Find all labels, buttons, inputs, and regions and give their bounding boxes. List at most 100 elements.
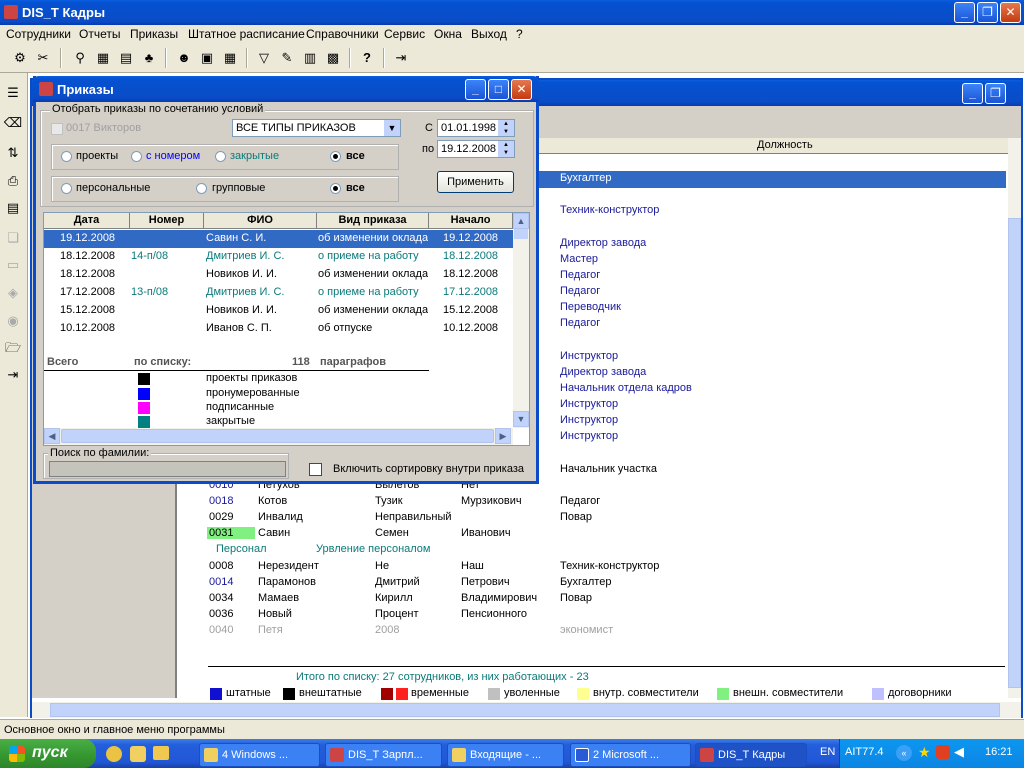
start-button[interactable]: пуск	[0, 739, 96, 768]
scroll-down-icon[interactable]: ▼	[513, 411, 529, 427]
menu-directories[interactable]: Справочники	[306, 27, 379, 41]
group-row[interactable]: Персонал Урвление персоналом	[177, 542, 977, 558]
column-header-start[interactable]: Начало	[429, 213, 513, 229]
tray-star-icon[interactable]: ★	[918, 744, 931, 761]
document-icon[interactable]: ▤	[3, 198, 23, 218]
folder-open-icon[interactable]: 🗁	[3, 338, 23, 358]
door-exit-icon[interactable]: ⇥	[3, 365, 23, 385]
orders-maximize-button[interactable]: □	[488, 79, 509, 100]
orders-horizontal-scrollbar[interactable]: ◀ ▶	[44, 428, 513, 445]
status-numbered-label[interactable]: с номером	[146, 150, 200, 162]
sort-icon[interactable]: ⇅	[3, 143, 23, 163]
scope-all-radio[interactable]	[330, 183, 341, 194]
scope-personal-label[interactable]: персональные	[76, 182, 150, 194]
orders-hscroll-thumb[interactable]	[61, 429, 494, 443]
people-icon[interactable]: ☻	[174, 48, 194, 68]
grid-icon[interactable]: ▦	[220, 48, 240, 68]
table-row[interactable]: 10.12.2008 Иванов С. П. об отпуске 10.12…	[44, 320, 513, 338]
taskbar-item-windows[interactable]: 4 Windows ...	[199, 743, 320, 767]
print-icon[interactable]: ⎙	[3, 171, 23, 191]
employees-restore-button[interactable]: ❐	[985, 83, 1006, 104]
status-all-radio[interactable]	[330, 151, 341, 162]
status-closed-label[interactable]: закрытые	[230, 150, 279, 162]
scroll-up-icon[interactable]: ▲	[513, 213, 529, 229]
date-from-field[interactable]: 01.01.1998 ▲ ▼	[437, 119, 515, 137]
date-from-spinner[interactable]: ▲ ▼	[498, 120, 514, 136]
scope-all-label[interactable]: все	[346, 182, 365, 194]
employees-minimize-button[interactable]: _	[962, 83, 983, 104]
status-projects-radio[interactable]	[61, 151, 72, 162]
scope-group-radio[interactable]	[196, 183, 207, 194]
taskbar-item-inbox[interactable]: Входящие - ...	[447, 743, 564, 767]
menu-help[interactable]: ?	[516, 27, 523, 41]
window-icon[interactable]: ▩	[323, 48, 343, 68]
sort-checkbox-label[interactable]: Включить сортировку внутри приказа	[333, 463, 524, 475]
taskbar-item-word[interactable]: 2 Microsoft ...	[570, 743, 691, 767]
column-header-number[interactable]: Номер	[130, 213, 204, 229]
date-to-spinner[interactable]: ▲ ▼	[498, 141, 514, 157]
taskbar-item-payroll[interactable]: DIS_Т Зарпл...	[325, 743, 442, 767]
tray-arrow-icon[interactable]: «	[896, 745, 912, 761]
status-all-label[interactable]: все	[346, 150, 365, 162]
table-row[interactable]: 17.12.2008 13-п/08 Дмитриев И. С. о прие…	[44, 284, 513, 302]
sort-checkbox[interactable]	[309, 463, 322, 476]
menu-exit[interactable]: Выход	[471, 27, 507, 41]
filter-icon[interactable]: ▽	[254, 48, 274, 68]
chevron-down-icon[interactable]: ▼	[384, 120, 400, 136]
status-numbered-radio[interactable]	[131, 151, 142, 162]
table-row[interactable]: 0031 Савин Семен Иванович	[177, 526, 977, 542]
search-input[interactable]	[49, 461, 286, 477]
menu-reports[interactable]: Отчеты	[79, 27, 120, 41]
edit-icon[interactable]: ✎	[277, 48, 297, 68]
restore-button[interactable]: ❐	[977, 2, 998, 23]
table-row[interactable]: 0018 Котов Тузик Мурзикович Педагог	[177, 494, 977, 510]
tools-icon[interactable]: ✂	[33, 48, 53, 68]
media-player-icon[interactable]	[106, 746, 122, 762]
table-row[interactable]: 0036 Новый Процент Пенсионного	[177, 607, 977, 623]
book-icon[interactable]: ▣	[197, 48, 217, 68]
status-projects-label[interactable]: проекты	[76, 150, 118, 162]
calculator-icon[interactable]: ▥	[300, 48, 320, 68]
column-header-fio[interactable]: ФИО	[204, 213, 317, 229]
orders-vertical-scrollbar[interactable]: ▲ ▼	[513, 213, 529, 428]
date-to-field[interactable]: 19.12.2008 ▲ ▼	[437, 140, 515, 158]
employees-scroll-thumb[interactable]	[1008, 218, 1021, 688]
table-row[interactable]: 18.12.2008 14-п/08 Дмитриев И. С. о прие…	[44, 248, 513, 266]
table-row[interactable]: 19.12.2008 Савин С. И. об изменении окла…	[44, 230, 513, 248]
calendar-icon[interactable]: ▤	[116, 48, 136, 68]
quick-launch-icon[interactable]	[130, 746, 146, 762]
search-person-icon[interactable]: ⚲	[70, 48, 90, 68]
scope-group-label[interactable]: групповые	[212, 182, 265, 194]
taskbar-item-kadry[interactable]: DIS_Т Кадры	[695, 743, 807, 767]
apply-button[interactable]: Применить	[437, 171, 514, 193]
column-header-date[interactable]: Дата	[44, 213, 130, 229]
tray-shield-icon[interactable]	[936, 745, 950, 759]
table-row[interactable]: 0008 Нерезидент Не Наш Техник-конструкто…	[177, 559, 977, 575]
employees-vertical-scrollbar[interactable]	[1008, 138, 1021, 698]
table-row[interactable]: 18.12.2008 Новиков И. И. об изменении ок…	[44, 266, 513, 284]
tray-volume-icon[interactable]: ◀	[954, 744, 964, 760]
menu-orders[interactable]: Приказы	[130, 27, 178, 41]
scope-personal-radio[interactable]	[61, 183, 72, 194]
language-indicator[interactable]: EN	[820, 746, 835, 758]
order-type-select[interactable]: ВСЕ ТИПЫ ПРИКАЗОВ ▼	[232, 119, 401, 137]
menu-windows[interactable]: Окна	[434, 27, 462, 41]
table-row[interactable]: 15.12.2008 Новиков И. И. об изменении ок…	[44, 302, 513, 320]
scroll-right-icon[interactable]: ▶	[495, 428, 511, 444]
table-row[interactable]: 0029 Инвалид Неправильный Повар	[177, 510, 977, 526]
position-column-header[interactable]: Должность	[757, 139, 813, 151]
table-row[interactable]: 0014 Парамонов Дмитрий Петрович Бухгалте…	[177, 575, 977, 591]
menu-service[interactable]: Сервис	[384, 27, 425, 41]
minimize-button[interactable]: _	[954, 2, 975, 23]
employees-tool-icon[interactable]: ⚙	[10, 48, 30, 68]
column-header-type[interactable]: Вид приказа	[317, 213, 429, 229]
table-icon[interactable]: ▦	[93, 48, 113, 68]
exit-icon[interactable]: ⇥	[391, 48, 411, 68]
orders-minimize-button[interactable]: _	[465, 79, 486, 100]
status-closed-radio[interactable]	[215, 151, 226, 162]
menu-employees[interactable]: Сотрудники	[6, 27, 71, 41]
folder-icon[interactable]	[153, 746, 169, 760]
orders-vscroll-thumb[interactable]	[514, 229, 528, 239]
close-button[interactable]: ✕	[1000, 2, 1021, 23]
menu-staff-schedule[interactable]: Штатное расписание	[188, 27, 305, 41]
